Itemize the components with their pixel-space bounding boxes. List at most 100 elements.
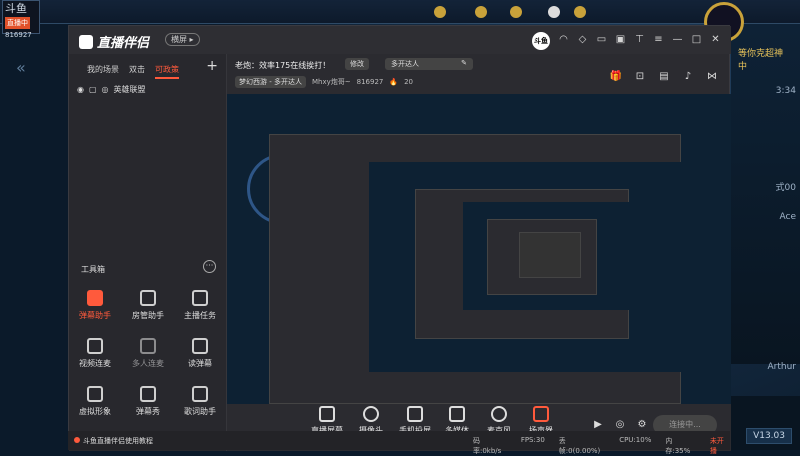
tool-multi-call[interactable]: 多人连麦 xyxy=(122,338,174,369)
preview-canvas[interactable] xyxy=(227,94,731,404)
titlebar-icons: 斗鱼 ◠ ◇ ▭ ▣ ⊤ ≡ — □ ✕ xyxy=(532,32,725,50)
tab-my-scenes[interactable]: 我的场景 xyxy=(87,64,119,79)
skin-icon[interactable]: ◇ xyxy=(573,32,592,48)
read-danmu-icon xyxy=(192,338,208,354)
layout-icon[interactable]: ▤ xyxy=(657,70,671,84)
maximize-icon[interactable]: □ xyxy=(687,32,706,48)
monitor-icon xyxy=(319,406,335,422)
category-chip[interactable]: 梦幻西游 - 多开达人 xyxy=(235,76,306,88)
tag-input[interactable]: 多开达人 ✎ xyxy=(385,58,473,70)
tutorial-link[interactable]: 斗鱼直播伴侣使用教程 xyxy=(74,436,153,446)
tab-double-click[interactable]: 双击 xyxy=(129,64,145,79)
chevron-left-icon: « xyxy=(16,58,26,77)
sidebar: 我的场景 双击 可政策 + ◉ ▢ ◎ 英雄联盟 工具箱 ··· 弹幕助手 房管… xyxy=(69,54,227,451)
game-icon: ◎ xyxy=(101,85,109,94)
game-line: 式00 xyxy=(775,183,796,193)
game-time: 3:34 xyxy=(775,86,796,96)
eye-icon[interactable]: ◎ xyxy=(613,418,627,432)
game-right-sub: 中 xyxy=(738,62,748,72)
room-id: 816927 xyxy=(356,78,384,86)
video-call-icon xyxy=(87,338,103,354)
tool-label: 多人连麦 xyxy=(132,359,164,368)
dropped-frames: 丢帧:0(0.00%) xyxy=(558,437,601,455)
tool-lyrics[interactable]: 歌词助手 xyxy=(174,386,226,417)
logo-id: 816927 xyxy=(5,31,32,39)
tool-anchor-task[interactable]: 主播任务 xyxy=(174,290,226,321)
live-companion-window: 直播伴侣 横屏 ▸ 斗鱼 ◠ ◇ ▭ ▣ ⊤ ≡ — □ ✕ 我的场景 双击 可… xyxy=(68,25,731,451)
live-badge: 直播中 xyxy=(5,17,30,29)
avatar[interactable]: 斗鱼 xyxy=(532,32,550,50)
edit-title-button[interactable]: 修改 xyxy=(345,58,369,70)
gold-icon xyxy=(574,6,586,18)
game-line: Arthur xyxy=(767,362,797,372)
message-icon[interactable]: ▭ xyxy=(592,32,611,48)
gold-icon xyxy=(475,6,487,18)
multi-call-icon xyxy=(140,338,156,354)
share-icon[interactable]: ⋈ xyxy=(705,70,719,84)
gold-icon xyxy=(510,6,522,18)
tool-label: 主播任务 xyxy=(184,311,216,320)
game-right-panel: 等你克超神 中 3:34 式00 Ace Arthur xyxy=(730,24,800,372)
gift-icon[interactable]: ▣ xyxy=(611,32,630,48)
scene-label: 英雄联盟 xyxy=(113,85,146,94)
more-icon[interactable]: ··· xyxy=(203,260,216,273)
lock-icon[interactable]: ▢ xyxy=(89,85,97,94)
pencil-icon[interactable]: ✎ xyxy=(461,59,467,67)
add-scene-button[interactable]: + xyxy=(206,58,218,74)
mode-toggle[interactable]: 横屏 ▸ xyxy=(165,33,200,46)
eye-icon[interactable]: ◉ xyxy=(77,85,84,94)
shirt-icon[interactable]: ⊤ xyxy=(630,32,649,48)
nested-window-4 xyxy=(519,232,581,278)
scene-item[interactable]: ◉ ▢ ◎ 英雄联盟 xyxy=(77,84,146,95)
danmu-icon xyxy=(87,290,103,306)
menu-icon[interactable]: ≡ xyxy=(649,32,668,48)
play-icon xyxy=(449,406,465,422)
tutorial-icon xyxy=(74,437,80,443)
brand-logo-icon xyxy=(79,35,93,49)
tool-label: 房管助手 xyxy=(132,311,164,320)
tool-danmu-assistant[interactable]: 弹幕助手 xyxy=(69,290,121,321)
tool-label: 虚拟形象 xyxy=(79,407,111,416)
fps: FPS:30 xyxy=(520,436,545,444)
game-line: Ace xyxy=(779,212,796,222)
lock-icon[interactable]: ⊡ xyxy=(633,70,647,84)
tool-read-danmu[interactable]: 读弹幕 xyxy=(174,338,226,369)
logo-text: 斗鱼 xyxy=(5,2,27,15)
tool-label: 弹幕秀 xyxy=(136,407,160,416)
minimize-icon[interactable]: — xyxy=(668,32,687,48)
settings-icon[interactable]: ⚙ xyxy=(635,418,649,432)
nickname: Mhxy炮哥~ xyxy=(311,78,351,86)
lyrics-icon xyxy=(192,386,208,402)
fans-icon: 🔥 xyxy=(389,78,399,86)
tag-value: 多开达人 xyxy=(391,60,419,68)
speaker-icon xyxy=(533,406,549,422)
headset-icon[interactable]: ◠ xyxy=(554,32,573,48)
game-topbar xyxy=(0,0,800,24)
mode-label: 横屏 xyxy=(171,35,187,44)
tool-label: 视频连麦 xyxy=(79,359,111,368)
bell-icon[interactable]: ♪ xyxy=(681,70,695,84)
scene-tabs: 我的场景 双击 可政策 xyxy=(87,64,179,79)
phone-icon xyxy=(407,406,423,422)
close-icon[interactable]: ✕ xyxy=(706,32,725,48)
status-bar: 斗鱼直播伴侣使用教程 码率:0kb/s FPS:30 丢帧:0(0.00%) C… xyxy=(68,431,730,455)
header-icons: 🎁 ⊡ ▤ ♪ ⋈ xyxy=(609,70,719,84)
task-icon xyxy=(192,290,208,306)
tool-virtual-avatar[interactable]: 虚拟形象 xyxy=(69,386,121,417)
tool-room-admin[interactable]: 房管助手 xyxy=(122,290,174,321)
gift-box-icon[interactable]: 🎁 xyxy=(609,70,623,84)
tool-video-call[interactable]: 视频连麦 xyxy=(69,338,121,369)
fans-count: 20 xyxy=(404,78,413,86)
danmu-show-icon xyxy=(140,386,156,402)
avatar-icon xyxy=(87,386,103,402)
record-icon[interactable]: ▶ xyxy=(591,418,605,432)
room-title: 老炮：效率175在线挨打！ xyxy=(235,61,331,70)
app-brand: 直播伴侣 xyxy=(79,32,149,51)
tool-danmu-show[interactable]: 弹幕秀 xyxy=(122,386,174,417)
room-admin-icon xyxy=(140,290,156,306)
microphone-icon xyxy=(491,406,507,422)
bitrate: 码率:0kb/s xyxy=(473,437,502,455)
tools-title: 工具箱 xyxy=(81,265,105,274)
tab-policy[interactable]: 可政策 xyxy=(155,64,179,79)
douyu-logo: 斗鱼 直播中 816927 xyxy=(2,0,40,39)
